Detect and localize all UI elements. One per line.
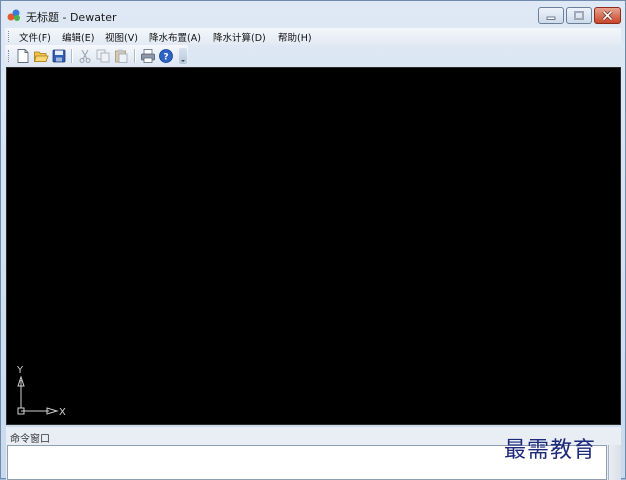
- x-axis-label: X: [59, 407, 66, 418]
- menu-file[interactable]: 文件(F): [19, 30, 51, 44]
- chevron-down-icon: [181, 60, 185, 62]
- cut-icon[interactable]: [77, 48, 93, 64]
- menu-dewatering-layout[interactable]: 降水布置(A): [149, 30, 201, 44]
- menu-help[interactable]: 帮助(H): [278, 30, 312, 44]
- minimize-button[interactable]: [538, 7, 564, 24]
- paste-icon[interactable]: [113, 48, 129, 64]
- menu-dewatering-calc[interactable]: 降水计算(D): [213, 30, 266, 44]
- toolbar-separator: [134, 49, 136, 63]
- title-bar[interactable]: 无标题 - Dewater: [1, 1, 625, 29]
- minimize-icon: [546, 16, 556, 20]
- ucs-axis-icon: Y X: [16, 365, 66, 418]
- drawing-canvas[interactable]: Y X: [6, 67, 621, 425]
- watermark-logo: 最需教育: [504, 438, 597, 463]
- copy-icon[interactable]: [95, 48, 111, 64]
- menu-edit[interactable]: 编辑(E): [62, 30, 94, 44]
- standard-toolbar: ?: [5, 45, 188, 67]
- menu-bar: 文件(F) 编辑(E) 视图(V) 降水布置(A) 降水计算(D) 帮助(H): [5, 28, 621, 45]
- y-axis-label: Y: [16, 365, 24, 376]
- toolbar-grip[interactable]: [8, 50, 11, 62]
- close-icon: [602, 10, 613, 21]
- close-button[interactable]: [594, 7, 621, 24]
- app-window: 无标题 - Dewater 文件(F) 编辑(E) 视图(V) 降水布置(A) …: [0, 0, 626, 480]
- toolbar-separator: [71, 49, 73, 63]
- app-logo-icon: [7, 9, 20, 21]
- new-file-icon[interactable]: [15, 48, 31, 64]
- command-window-title: 命令窗口: [10, 434, 50, 445]
- toolbar-overflow-button[interactable]: [179, 48, 187, 64]
- menu-grip[interactable]: [8, 31, 11, 42]
- open-folder-icon[interactable]: [33, 48, 49, 64]
- svg-text:?: ?: [163, 53, 168, 63]
- save-icon[interactable]: [51, 48, 67, 64]
- help-icon[interactable]: ?: [158, 48, 174, 64]
- maximize-button[interactable]: [566, 7, 592, 24]
- window-title: 无标题 - Dewater: [26, 11, 117, 24]
- print-icon[interactable]: [140, 48, 156, 64]
- menu-view[interactable]: 视图(V): [105, 30, 138, 44]
- maximize-icon: [574, 11, 584, 20]
- command-window-scrollbar[interactable]: [608, 445, 621, 480]
